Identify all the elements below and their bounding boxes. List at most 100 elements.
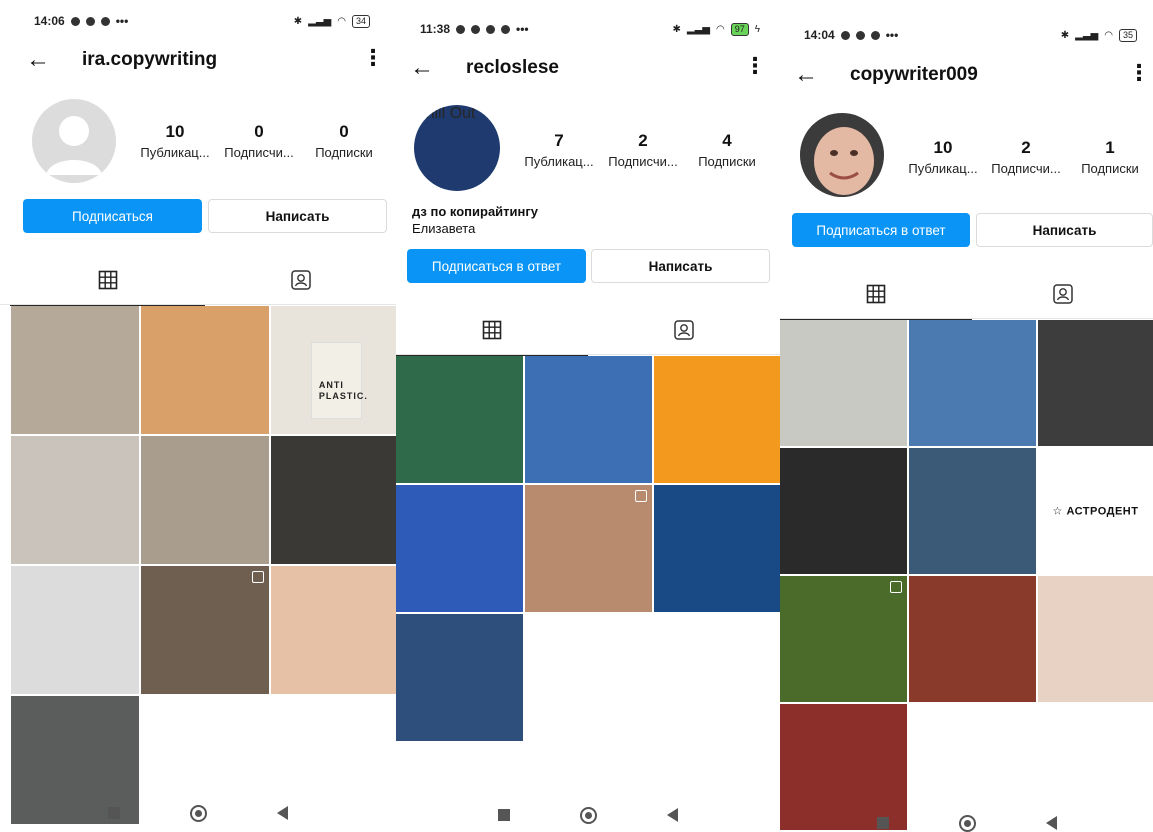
home-icon[interactable] — [190, 804, 207, 822]
post-thumbnail[interactable] — [271, 436, 396, 564]
back-nav-icon[interactable] — [277, 806, 288, 820]
more-options-icon[interactable]: ⋮ — [362, 47, 384, 72]
wifi-icon: ◠ — [1104, 29, 1113, 41]
stat-label: Подписки — [698, 154, 756, 169]
post-thumbnail[interactable] — [396, 485, 523, 612]
post-thumbnail[interactable] — [396, 614, 523, 741]
message-button[interactable]: Написать — [208, 199, 387, 233]
post-thumbnail[interactable]: ANTI PLASTIC. — [271, 306, 396, 434]
signal-icon: ▂▃▅ — [686, 23, 710, 35]
stat-following[interactable]: 1 Подписки — [1071, 138, 1149, 176]
notification-icon — [855, 30, 865, 40]
stat-followers[interactable]: 2 Подписчи... — [604, 131, 682, 169]
back-arrow-icon[interactable]: ← — [794, 63, 822, 87]
home-icon[interactable] — [958, 814, 976, 832]
bag-print-text: ANTI PLASTIC. — [318, 380, 368, 402]
wifi-icon: ◠ — [715, 23, 725, 35]
post-thumbnail[interactable] — [271, 566, 396, 694]
stat-followers[interactable]: 0 Подписчи... — [220, 122, 298, 160]
post-thumbnail[interactable] — [780, 576, 907, 702]
profile-bio: дз по копирайтингу Елизавета — [412, 203, 538, 237]
carousel-icon — [252, 571, 264, 583]
post-thumbnail[interactable] — [11, 436, 139, 564]
stat-posts[interactable]: 10 Публикац... — [904, 138, 982, 176]
post-thumbnail[interactable]: ☆ АСТРОДЕНТ — [1038, 448, 1153, 574]
recents-icon[interactable] — [876, 817, 889, 829]
follow-back-button[interactable]: Подписаться в ответ — [792, 213, 970, 247]
tab-tagged[interactable] — [972, 269, 1153, 319]
tab-posts-grid[interactable] — [396, 305, 588, 356]
battery-icon: 97 — [730, 22, 749, 36]
post-thumbnail[interactable] — [525, 485, 652, 612]
post-thumbnail[interactable] — [909, 320, 1036, 446]
stat-following[interactable]: 4 Подписки — [688, 131, 766, 169]
post-thumbnail[interactable] — [396, 356, 523, 483]
post-thumbnail[interactable] — [141, 306, 269, 434]
carousel-icon — [890, 581, 902, 593]
post-thumbnail[interactable] — [909, 576, 1036, 702]
top-bar: ← ira.copywriting ⋮ — [0, 44, 396, 76]
battery-icon: 34 — [351, 14, 370, 28]
grid-icon — [866, 284, 886, 304]
post-thumbnail[interactable] — [141, 436, 269, 564]
profile-tabs — [396, 305, 780, 356]
profile-screen-1: 14:06 ••• ✱ ▂▃▅ ◠ 34 ← ira.copywriting ⋮… — [0, 0, 396, 832]
stat-followers[interactable]: 2 Подписчи... — [987, 138, 1065, 176]
post-thumbnail[interactable] — [11, 306, 139, 434]
post-thumbnail[interactable] — [654, 485, 780, 612]
post-thumbnail[interactable] — [780, 448, 907, 574]
home-icon[interactable] — [580, 806, 597, 824]
avatar[interactable]: Chill Out — [414, 105, 500, 191]
post-thumbnail[interactable] — [654, 356, 780, 483]
android-nav-bar — [0, 798, 396, 828]
avatar[interactable] — [32, 99, 116, 183]
back-nav-icon[interactable] — [667, 808, 678, 822]
back-arrow-icon[interactable]: ← — [410, 56, 438, 80]
message-button[interactable]: Написать — [591, 249, 770, 283]
username-title: ira.copywriting — [82, 49, 218, 70]
bluetooth-icon: ✱ — [1060, 29, 1070, 41]
grid-icon — [98, 270, 117, 290]
stat-value: 0 — [254, 122, 264, 141]
notification-icon — [870, 30, 880, 40]
avatar[interactable] — [800, 113, 884, 197]
post-thumbnail[interactable] — [141, 566, 269, 694]
stat-label: Подписки — [315, 145, 373, 160]
tab-posts-grid[interactable] — [780, 269, 972, 320]
notification-icon — [70, 16, 80, 26]
follow-button[interactable]: Подписаться — [23, 199, 202, 233]
back-arrow-icon[interactable]: ← — [26, 48, 54, 72]
stat-value: 10 — [165, 122, 185, 141]
post-thumbnail[interactable] — [909, 448, 1036, 574]
stat-label: Публикац... — [524, 154, 594, 169]
more-options-icon[interactable]: ⋮ — [744, 55, 766, 80]
tab-tagged[interactable] — [205, 255, 396, 305]
stat-label: Подписчи... — [608, 154, 678, 169]
post-thumbnail[interactable] — [1038, 576, 1153, 702]
tab-posts-grid[interactable] — [10, 255, 205, 306]
post-thumbnail[interactable] — [11, 566, 139, 694]
stat-posts[interactable]: 7 Публикац... — [520, 131, 598, 169]
profile-tabs — [0, 255, 396, 306]
tab-tagged[interactable] — [588, 305, 780, 355]
username-title: recloslese — [466, 57, 559, 78]
recents-icon[interactable] — [108, 807, 120, 819]
posts-grid: ANTI PLASTIC. — [11, 306, 396, 824]
follow-back-button[interactable]: Подписаться в ответ — [407, 249, 586, 283]
back-nav-icon[interactable] — [1045, 816, 1057, 830]
status-more: ••• — [885, 28, 899, 42]
notification-icon — [100, 16, 110, 26]
post-thumbnail[interactable] — [780, 320, 907, 446]
posts-grid — [396, 356, 780, 741]
stat-following[interactable]: 0 Подписки — [305, 122, 383, 160]
grid-icon — [482, 320, 502, 340]
message-button[interactable]: Написать — [976, 213, 1153, 247]
recents-icon[interactable] — [498, 809, 510, 821]
stat-value: 10 — [933, 138, 953, 157]
stat-posts[interactable]: 10 Публикац... — [136, 122, 214, 160]
stat-label: Публикац... — [908, 161, 978, 176]
bio-line: дз по копирайтингу — [412, 204, 539, 219]
post-thumbnail[interactable] — [1038, 320, 1153, 446]
more-options-icon[interactable]: ⋮ — [1128, 62, 1150, 87]
post-thumbnail[interactable] — [525, 356, 652, 483]
